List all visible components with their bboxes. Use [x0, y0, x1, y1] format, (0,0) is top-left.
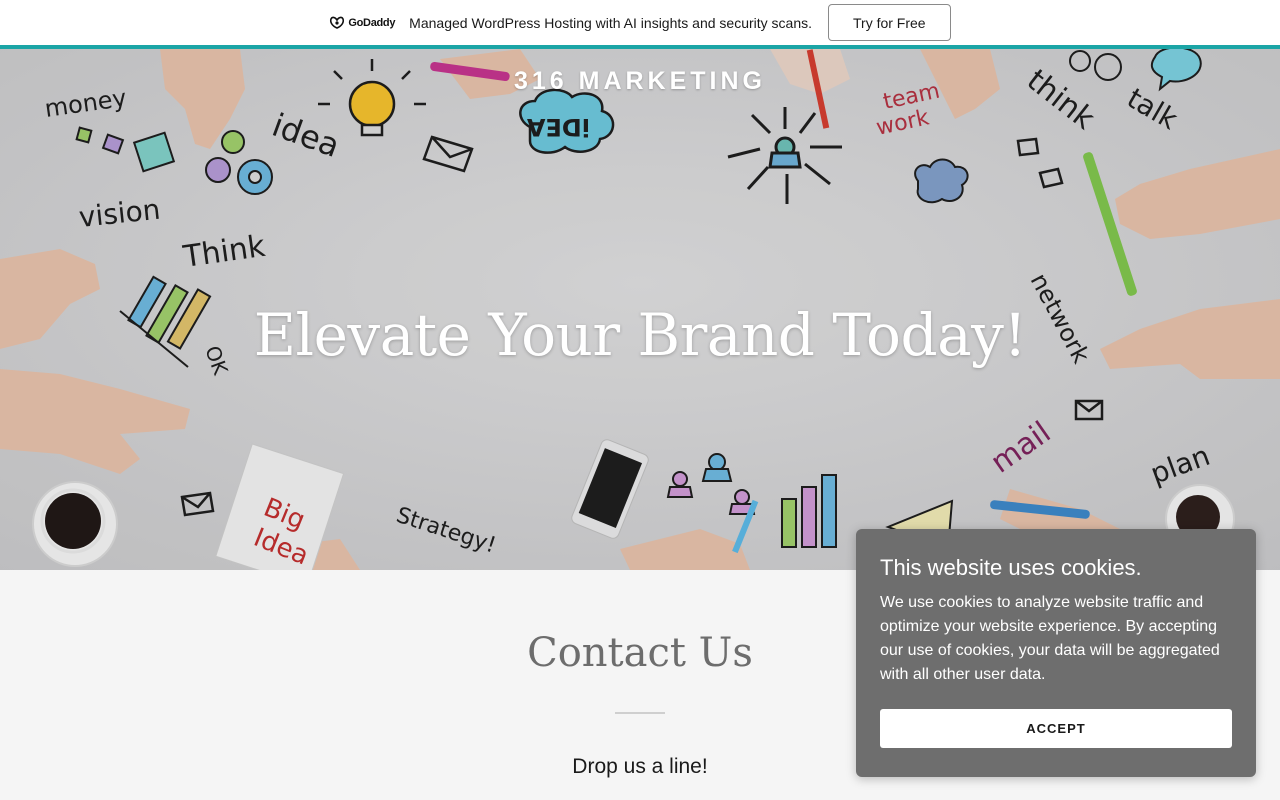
contact-divider — [615, 712, 665, 714]
accept-cookies-button[interactable]: ACCEPT — [880, 709, 1232, 748]
cookie-title: This website uses cookies. — [880, 555, 1142, 580]
try-for-free-button[interactable]: Try for Free — [828, 4, 951, 41]
site-brand[interactable]: 316 MARKETING — [0, 67, 1280, 96]
promo-message: Managed WordPress Hosting with AI insigh… — [409, 14, 812, 31]
hero-section: money idea iDEA team work think talk vis… — [0, 49, 1280, 570]
promo-banner: GoDaddy Managed WordPress Hosting with A… — [0, 0, 1280, 45]
hero-title: Elevate Your Brand Today! — [253, 301, 1027, 369]
godaddy-logo[interactable]: GoDaddy — [329, 16, 395, 30]
godaddy-icon — [330, 16, 345, 29]
godaddy-logo-text: GoDaddy — [348, 16, 396, 29]
cookie-message: We use cookies to analyze website traffi… — [880, 594, 1220, 683]
cookie-consent-dialog: This website uses cookies. We use cookie… — [856, 529, 1256, 777]
